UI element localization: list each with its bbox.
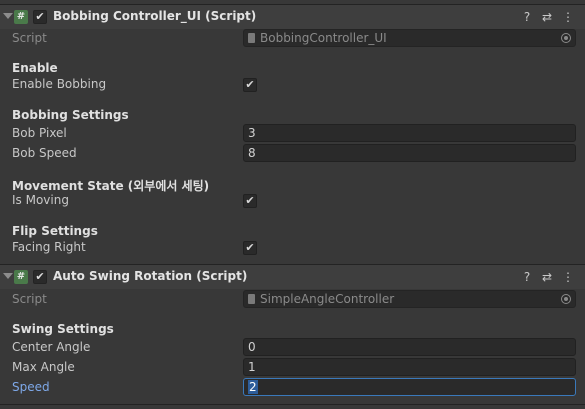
section-header-swing-settings: Swing Settings (12, 322, 114, 336)
center-angle-field[interactable]: 0 (243, 338, 576, 356)
bob-speed-value: 8 (248, 146, 256, 160)
presets-icon[interactable]: ⇄ (540, 10, 554, 24)
max-angle-value: 1 (248, 360, 256, 374)
script-file-icon (248, 294, 255, 304)
section-header-enable: Enable (12, 61, 58, 75)
object-picker-icon[interactable] (561, 33, 571, 43)
speed-field[interactable]: 2 (243, 378, 576, 396)
component-title: Bobbing Controller_UI (Script) (53, 9, 257, 23)
context-menu-icon[interactable]: ⋮ (561, 270, 575, 284)
max-angle-field[interactable]: 1 (243, 358, 576, 376)
component-title: Auto Swing Rotation (Script) (53, 269, 248, 283)
script-label: Script (12, 31, 47, 45)
foldout-arrow-icon[interactable] (2, 11, 13, 21)
section-header-flip-settings: Flip Settings (12, 224, 98, 238)
speed-value: 2 (248, 380, 258, 394)
script-file-icon (248, 33, 255, 43)
facing-right-checkbox[interactable]: ✔ (243, 241, 257, 255)
component-header-auto-swing[interactable]: # ✔ Auto Swing Rotation (Script) ? ⇄ ⋮ (0, 265, 585, 289)
is-moving-checkbox[interactable]: ✔ (243, 194, 257, 208)
component-header-bobbing[interactable]: # ✔ Bobbing Controller_UI (Script) ? ⇄ ⋮ (0, 5, 585, 29)
script-object-value: SimpleAngleController (260, 292, 395, 306)
script-object-value: BobbingController_UI (260, 31, 387, 45)
presets-icon[interactable]: ⇄ (540, 270, 554, 284)
section-header-movement-state: Movement State (외부에서 세팅) (12, 179, 210, 193)
object-picker-icon[interactable] (561, 294, 571, 304)
center-angle-value: 0 (248, 340, 256, 354)
bob-speed-label: Bob Speed (12, 146, 77, 160)
help-icon[interactable]: ? (520, 10, 534, 24)
is-moving-label: Is Moving (12, 193, 69, 207)
script-icon: # (14, 10, 28, 24)
script-icon: # (14, 270, 28, 284)
max-angle-label: Max Angle (12, 360, 75, 374)
foldout-arrow-icon[interactable] (2, 271, 13, 281)
component-enabled-checkbox[interactable]: ✔ (33, 10, 47, 24)
script-label: Script (12, 292, 47, 306)
section-header-bobbing-settings: Bobbing Settings (12, 108, 129, 122)
bottom-divider (0, 404, 585, 405)
script-object-field[interactable]: SimpleAngleController (243, 290, 576, 308)
enable-bobbing-checkbox[interactable]: ✔ (243, 78, 257, 92)
facing-right-label: Facing Right (12, 240, 86, 254)
script-object-field[interactable]: BobbingController_UI (243, 29, 576, 47)
bob-speed-field[interactable]: 8 (243, 144, 576, 162)
enable-bobbing-label: Enable Bobbing (12, 77, 107, 91)
bob-pixel-label: Bob Pixel (12, 126, 67, 140)
bob-pixel-field[interactable]: 3 (243, 124, 576, 142)
center-angle-label: Center Angle (12, 340, 91, 354)
speed-label: Speed (12, 380, 50, 394)
component-enabled-checkbox[interactable]: ✔ (33, 270, 47, 284)
context-menu-icon[interactable]: ⋮ (561, 10, 575, 24)
help-icon[interactable]: ? (520, 270, 534, 284)
bob-pixel-value: 3 (248, 126, 256, 140)
